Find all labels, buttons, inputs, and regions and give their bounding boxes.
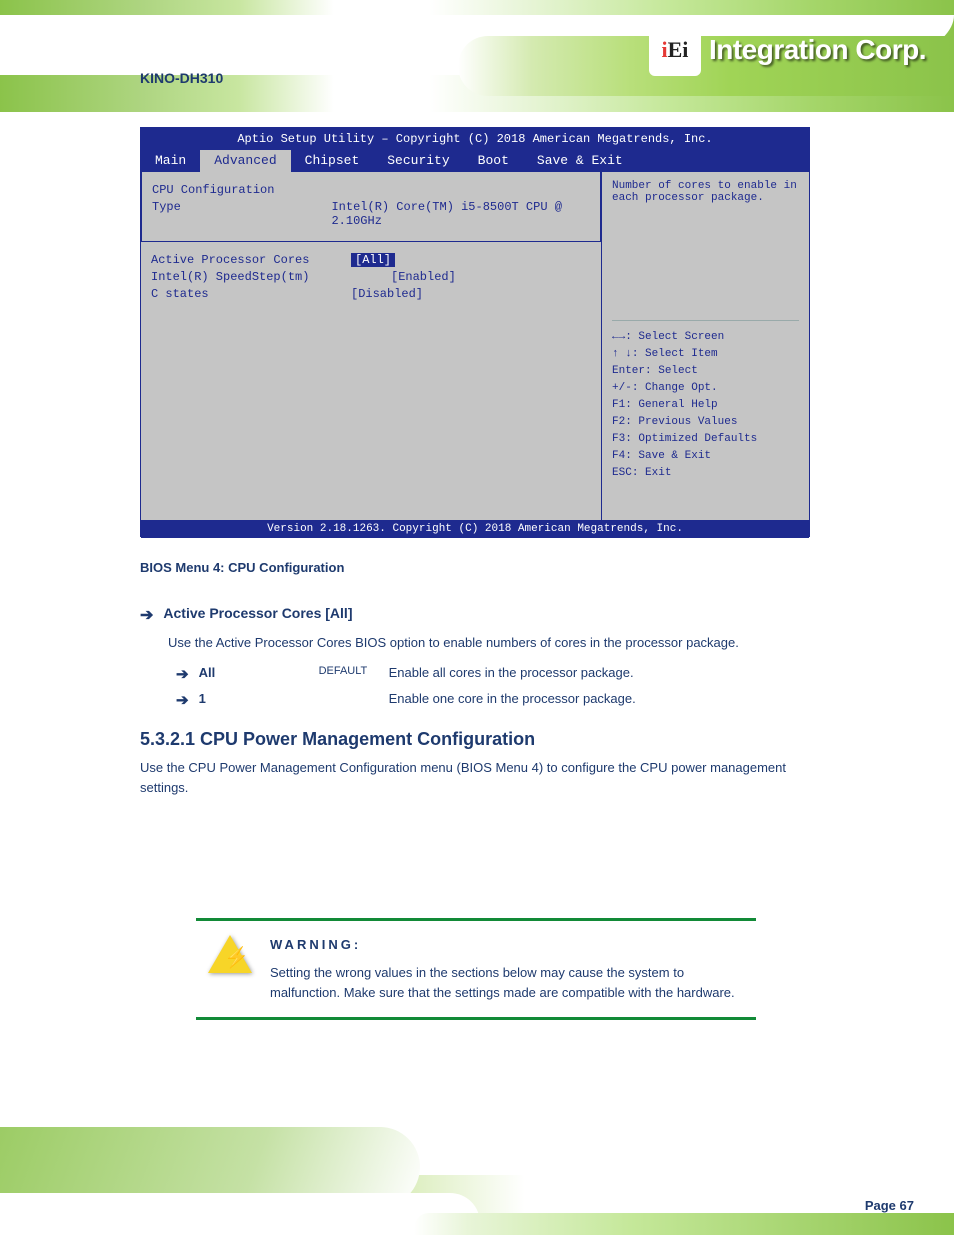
product-name: KINO-DH310 [140, 70, 223, 86]
default-tag: DEFAULT [319, 665, 389, 677]
warning-title: WARNING: [270, 935, 744, 955]
page-footer: Page 67 [0, 1120, 954, 1235]
arrow-ud-icon: ↑ ↓ [612, 348, 632, 360]
option-heading: Active Processor Cores [All] [163, 605, 352, 621]
section-description: Use the CPU Power Management Configurati… [140, 758, 820, 797]
bios-type-value: Intel(R) Core(TM) i5-8500T CPU @ 2.10GHz [331, 200, 590, 228]
bullet-arrow-icon: ➔ [176, 665, 189, 683]
warning-body: Setting the wrong values in the sections… [270, 963, 744, 1003]
option-description: Use the Active Processor Cores BIOS opti… [168, 633, 820, 653]
section-heading: 5.3.2.1 CPU Power Management Configurati… [140, 729, 820, 750]
tab-chipset[interactable]: Chipset [291, 150, 374, 172]
suboption-key: 1 [199, 691, 319, 706]
logo-icon: iEi [649, 24, 701, 76]
bullet-arrow-icon: ➔ [140, 605, 153, 625]
page-header: iEi Integration Corp. [0, 0, 954, 112]
bios-cores-label: Active Processor Cores [151, 253, 351, 267]
bios-screenshot: Aptio Setup Utility – Copyright (C) 2018… [140, 127, 810, 537]
suboption-text: Enable all cores in the processor packag… [389, 665, 634, 680]
body-content: ➔ Active Processor Cores [All] Use the A… [140, 595, 820, 797]
tab-main[interactable]: Main [141, 150, 200, 172]
bios-cstates-label: C states [151, 287, 351, 301]
arrow-lr-icon: ←→ [612, 331, 625, 343]
suboption-text: Enable one core in the processor package… [389, 691, 636, 706]
brand-text: Integration Corp. [709, 34, 926, 66]
bios-help-panel: Number of cores to enable in each proces… [601, 172, 809, 520]
suboption-key: All [199, 665, 319, 680]
warning-divider [196, 1017, 756, 1020]
tab-security[interactable]: Security [373, 150, 463, 172]
bios-speedstep-value[interactable]: [Enabled] [391, 270, 456, 284]
bios-title: Aptio Setup Utility – Copyright (C) 2018… [141, 128, 809, 150]
tab-boot[interactable]: Boot [464, 150, 523, 172]
warning-icon: ⚡ [208, 935, 256, 975]
bios-footer: Version 2.18.1263. Copyright (C) 2018 Am… [141, 520, 809, 538]
lightning-icon: ⚡ [224, 945, 249, 970]
tab-save-exit[interactable]: Save & Exit [523, 150, 637, 172]
tab-advanced[interactable]: Advanced [200, 150, 290, 172]
page-number: Page 67 [865, 1198, 914, 1213]
bios-main-panel: CPU Configuration TypeIntel(R) Core(TM) … [141, 172, 601, 520]
bios-cores-value[interactable]: [All] [351, 253, 395, 267]
warning-box: ⚡ WARNING: Setting the wrong values in t… [196, 918, 756, 1020]
bios-keymap: ←→: Select Screen ↑ ↓: Select Item Enter… [612, 329, 799, 482]
figure-caption: BIOS Menu 4: CPU Configuration [140, 560, 344, 575]
bullet-arrow-icon: ➔ [176, 691, 189, 709]
bios-speedstep-label: Intel(R) SpeedStep(tm) [151, 270, 391, 284]
brand-logo: iEi Integration Corp. [649, 24, 926, 76]
bios-cstates-value[interactable]: [Disabled] [351, 287, 423, 301]
bios-type-label: Type [152, 200, 331, 228]
bios-help-text: Number of cores to enable in each proces… [612, 180, 799, 320]
bios-section-label: CPU Configuration [152, 183, 352, 197]
bios-menu-bar: Main Advanced Chipset Security Boot Save… [141, 150, 809, 172]
